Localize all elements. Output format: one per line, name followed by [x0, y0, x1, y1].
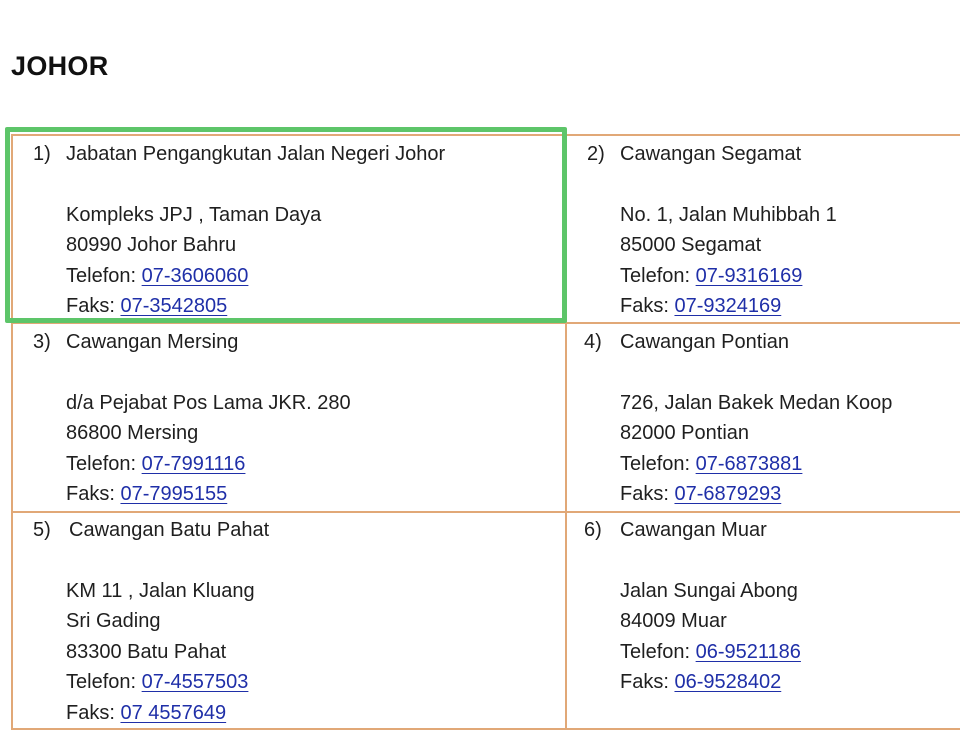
office-name: Cawangan Muar	[620, 519, 767, 541]
phone-link[interactable]: 07-3606060	[142, 265, 249, 287]
office-cell-segamat: 2) Cawangan Segamat No. 1, Jalan Muhibba…	[587, 139, 837, 322]
table-row-divider	[11, 511, 960, 513]
fax-link[interactable]: 07 4557649	[120, 702, 226, 724]
office-address-line: 83300 Batu Pahat	[66, 640, 227, 663]
fax-link[interactable]: 07-7995155	[120, 483, 227, 505]
fax-label: Faks:	[66, 483, 115, 505]
fax-label: Faks:	[620, 671, 669, 693]
office-address-line: 86800 Mersing	[66, 422, 199, 444]
office-name: Cawangan Mersing	[66, 331, 239, 353]
table-row-divider	[11, 322, 960, 324]
office-address-line: d/a Pejabat Pos Lama JKR. 280	[66, 391, 351, 414]
office-cell-johor-bahru: 1) Jabatan Pengangkutan Jalan Negeri Joh…	[33, 139, 445, 322]
phone-link[interactable]: 07-7991116	[142, 453, 246, 475]
phone-label: Telefon:	[620, 452, 691, 475]
phone-link[interactable]: 07-9316169	[696, 265, 803, 287]
phone-link[interactable]: 07-4557503	[142, 671, 249, 693]
office-number: 5)	[33, 519, 51, 541]
office-number: 3)	[33, 331, 51, 353]
office-address-line: 80990 Johor Bahru	[66, 234, 237, 256]
fax-label: Faks:	[66, 701, 115, 724]
office-address-line: Jalan Sungai Abong	[620, 579, 798, 602]
phone-label: Telefon:	[66, 264, 137, 287]
office-address-line: Sri Gading	[66, 610, 161, 632]
office-name: Cawangan Segamat	[620, 143, 802, 165]
office-name: Cawangan Pontian	[620, 331, 790, 353]
phone-link[interactable]: 06-9521186	[696, 641, 801, 663]
office-name: Jabatan Pengangkutan Jalan Negeri Johor	[66, 143, 446, 165]
phone-label: Telefon:	[66, 671, 137, 693]
fax-link[interactable]: 07-9324169	[674, 295, 781, 317]
office-cell-pontian: 4) Cawangan Pontian 726, Jalan Bakek Med…	[584, 327, 892, 510]
office-number: 1)	[33, 143, 51, 165]
office-cell-mersing: 3) Cawangan Mersing d/a Pejabat Pos Lama…	[33, 327, 351, 510]
phone-label: Telefon:	[66, 452, 137, 475]
fax-label: Faks:	[66, 295, 115, 317]
office-number: 6)	[584, 519, 602, 541]
page-title: JOHOR	[11, 51, 109, 81]
office-number: 2)	[587, 143, 605, 165]
fax-label: Faks:	[620, 295, 669, 317]
office-cell-muar: 6) Cawangan Muar Jalan Sungai Abong 8400…	[584, 515, 801, 698]
office-address-line: 84009 Muar	[620, 610, 727, 632]
office-name: Cawangan Batu Pahat	[69, 519, 270, 541]
phone-label: Telefon:	[620, 640, 691, 663]
office-cell-batu-pahat: 5) Cawangan Batu Pahat KM 11 , Jalan Klu…	[33, 515, 269, 728]
office-address-line: 726, Jalan Bakek Medan Koop	[620, 391, 893, 414]
fax-link[interactable]: 07-6879293	[674, 483, 781, 505]
fax-label: Faks:	[620, 483, 669, 505]
fax-link[interactable]: 06-9528402	[674, 671, 781, 693]
phone-label: Telefon:	[620, 264, 691, 287]
office-number: 4)	[584, 331, 602, 353]
table-column-divider	[565, 134, 567, 730]
office-address-line: No. 1, Jalan Muhibbah 1	[620, 203, 837, 226]
phone-link[interactable]: 07-6873881	[696, 453, 803, 475]
office-address-line: KM 11 , Jalan Kluang	[66, 579, 255, 602]
office-address-line: Kompleks JPJ , Taman Daya	[66, 203, 322, 226]
fax-link[interactable]: 07-3542805	[120, 295, 227, 317]
office-address-line: 82000 Pontian	[620, 422, 750, 444]
office-address-line: 85000 Segamat	[620, 234, 762, 256]
